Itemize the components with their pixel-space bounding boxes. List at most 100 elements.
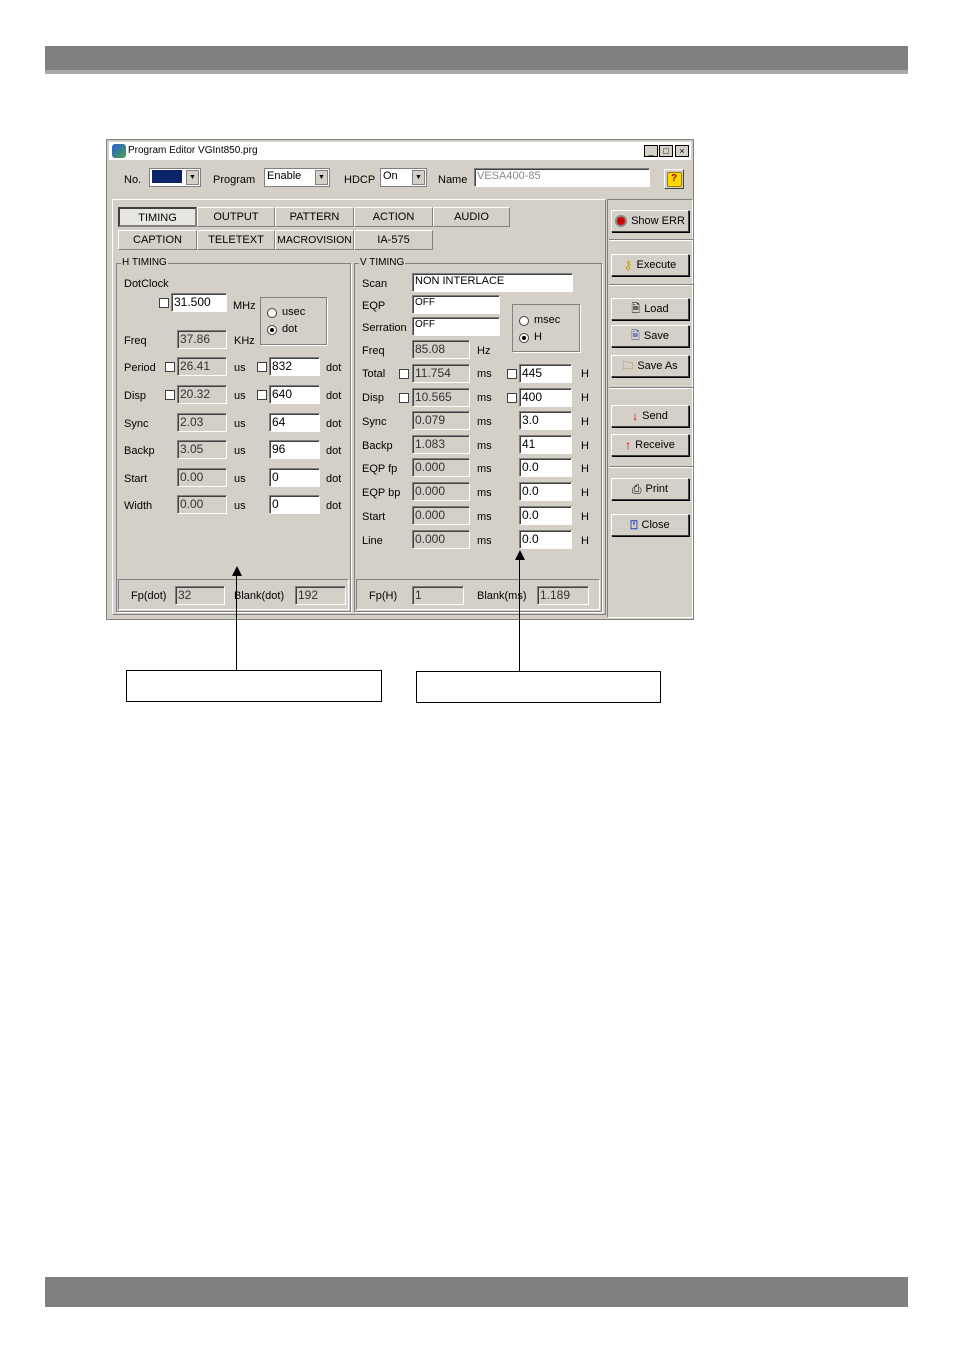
serration-label: Serration	[362, 322, 407, 334]
save-as-label: Save As	[637, 360, 678, 372]
print-label: Print	[645, 483, 669, 495]
h-row-unit: us	[234, 500, 246, 512]
v-backp-h-input[interactable]: 41	[519, 435, 572, 454]
page-header-bar	[45, 46, 908, 74]
h-row-unit2: dot	[326, 418, 342, 430]
show-err-button[interactable]: Show ERR	[611, 210, 689, 232]
eqp-label: EQP	[362, 300, 386, 312]
load-button[interactable]: 🗎 Load	[611, 298, 689, 320]
v-total-checkbox[interactable]	[399, 369, 409, 379]
h-row-unit: us	[234, 362, 246, 374]
save-as-button[interactable]: 🗀 Save As	[611, 355, 689, 377]
window-title: Program Editor VGInt850.prg	[128, 145, 258, 156]
h-dot-radio[interactable]	[267, 325, 277, 335]
close-button[interactable]: ⍞ Close	[611, 514, 689, 536]
h-disp-checkbox[interactable]	[165, 390, 175, 400]
v-sync-h-input[interactable]: 3.0	[519, 411, 572, 430]
eqp-field[interactable]: OFF	[412, 295, 500, 314]
folder-icon: 🗀	[622, 359, 634, 372]
alert-icon	[615, 215, 628, 227]
serration-field[interactable]: OFF	[412, 317, 500, 336]
arrow-up-icon: ↑	[625, 438, 632, 452]
tab-audio[interactable]: AUDIO	[433, 207, 510, 227]
v-row-label: Sync	[362, 416, 387, 428]
arrow-down-icon: ↓	[632, 409, 639, 423]
name-input[interactable]: VESA400-85	[474, 168, 650, 187]
h-period-dot-checkbox[interactable]	[257, 362, 267, 372]
h-disp-dot-input[interactable]: 640	[269, 385, 320, 404]
v-disp-h-checkbox[interactable]	[507, 393, 517, 403]
h-row-unit2: dot	[326, 445, 342, 457]
close-window-button[interactable]: ×	[675, 145, 689, 157]
v-row-unit: ms	[477, 416, 492, 428]
tab-teletext[interactable]: TELETEXT	[197, 230, 275, 250]
help-button[interactable]: ?	[664, 169, 684, 189]
maximize-button[interactable]: □	[659, 145, 673, 157]
h-period-checkbox[interactable]	[165, 362, 175, 372]
h-start-value: 0.00	[177, 468, 227, 487]
save-button[interactable]: 🗎 Save	[611, 325, 689, 347]
v-disp-h-input[interactable]: 400	[519, 388, 572, 407]
show-err-label: Show ERR	[631, 215, 685, 227]
save-icon: 🗎	[631, 329, 640, 342]
load-label: Load	[644, 303, 669, 315]
execute-button[interactable]: ⚷ Execute	[611, 254, 689, 276]
v-row-unit: ms	[477, 368, 492, 380]
tab-action[interactable]: ACTION	[354, 207, 433, 227]
receive-button[interactable]: ↑ Receive	[611, 434, 689, 456]
v-freq-value: 85.08	[412, 340, 470, 359]
v-start-h-input[interactable]: 0.0	[519, 506, 572, 525]
h-backp-dot-input[interactable]: 96	[269, 440, 320, 459]
v-msec-radio[interactable]	[519, 316, 529, 326]
h-width-dot-input[interactable]: 0	[269, 495, 320, 514]
v-eqp-fp-h-input[interactable]: 0.0	[519, 458, 572, 477]
v-total-h-checkbox[interactable]	[507, 369, 517, 379]
v-row-unit: ms	[477, 463, 492, 475]
v-line-h-input[interactable]: 0.0	[519, 530, 572, 549]
v-msec-label: msec	[534, 314, 561, 326]
h-row-unit: us	[234, 445, 246, 457]
h-usec-radio[interactable]	[267, 308, 277, 318]
v-eqp-bp-h-input[interactable]: 0.0	[519, 482, 572, 501]
v-row-unit2: H	[581, 463, 589, 475]
tab-output[interactable]: OUTPUT	[197, 207, 275, 227]
v-disp-checkbox[interactable]	[399, 393, 409, 403]
no-select[interactable]: ▼	[149, 168, 201, 187]
close-label: Close	[641, 519, 670, 531]
save-label: Save	[643, 330, 669, 342]
tab-ia-575[interactable]: IA-575	[354, 230, 433, 250]
print-button[interactable]: ⎙ Print	[611, 478, 689, 500]
v-h-radio[interactable]	[519, 333, 529, 343]
h-row-label: Freq	[124, 335, 147, 347]
scan-field[interactable]: NON INTERLACE	[412, 273, 573, 292]
v-total-h-input[interactable]: 445	[519, 364, 572, 383]
dotclock-checkbox[interactable]	[159, 298, 169, 308]
hdcp-select[interactable]: On ▼	[380, 168, 427, 187]
h-period-dot-input[interactable]: 832	[269, 357, 320, 376]
dotclock-input[interactable]: 31.500	[171, 293, 227, 312]
minimize-button[interactable]: _	[644, 145, 658, 157]
h-row-label: Start	[124, 473, 148, 485]
h-backp-value: 3.05	[177, 440, 227, 459]
tab-macrovision[interactable]: MACROVISION	[275, 230, 354, 250]
program-select[interactable]: Enable ▼	[264, 168, 330, 187]
chevron-down-icon: ▼	[186, 170, 199, 185]
h-blank-label: Blank(dot)	[234, 590, 285, 602]
h-row-unit: us	[234, 473, 246, 485]
chevron-down-icon: ▼	[412, 170, 425, 185]
h-sync-dot-input[interactable]: 64	[269, 413, 320, 432]
tab-caption[interactable]: CAPTION	[118, 230, 197, 250]
tab-timing[interactable]: TIMING	[118, 207, 197, 227]
v-row-label: Disp	[362, 392, 385, 404]
h-row-label: Sync	[124, 418, 149, 430]
h-disp-dot-checkbox[interactable]	[257, 390, 267, 400]
divider	[609, 466, 693, 468]
h-start-dot-input[interactable]: 0	[269, 468, 320, 487]
key-icon: ⚷	[623, 258, 633, 272]
h-timing-title: H TIMING	[121, 257, 168, 268]
callout-line-v	[519, 560, 520, 671]
send-button[interactable]: ↓ Send	[611, 405, 689, 427]
v-freq-unit: Hz	[477, 345, 491, 357]
tab-pattern[interactable]: PATTERN	[275, 207, 354, 227]
scan-label: Scan	[362, 278, 388, 290]
